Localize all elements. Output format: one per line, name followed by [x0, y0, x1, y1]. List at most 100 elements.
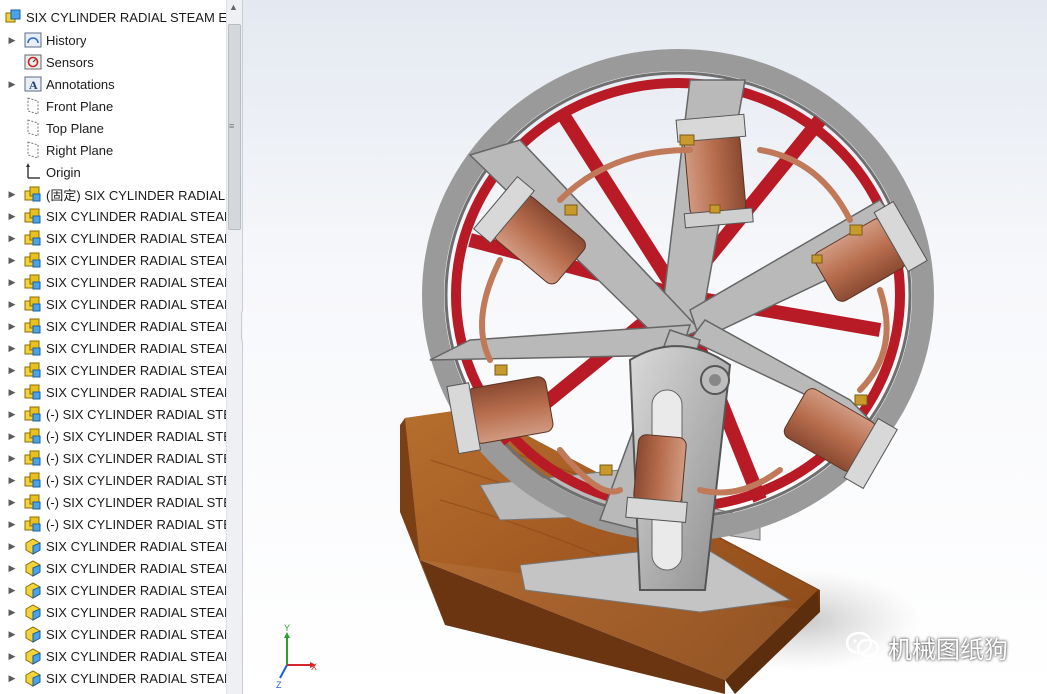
annotations-icon: A [24, 75, 42, 93]
tree-item[interactable]: ▶ A Annotations [0, 73, 226, 95]
expand-arrow-icon[interactable]: ▶ [6, 585, 18, 596]
part-icon [24, 559, 42, 577]
tree-item-label: (-) SIX CYLINDER RADIAL STEA [46, 428, 226, 444]
scroll-up-icon[interactable]: ▲ [229, 2, 238, 12]
expand-arrow-icon[interactable]: ▶ [6, 541, 18, 552]
part-icon [24, 669, 42, 687]
expand-arrow-icon[interactable]: ▶ [6, 343, 18, 354]
tree-item[interactable]: ▶ History [0, 29, 226, 51]
tree-item[interactable]: Origin [0, 161, 226, 183]
tree-item[interactable]: ▶ (-) SIX CYLINDER RADIAL STEA [0, 491, 226, 513]
expand-arrow-icon[interactable]: ▶ [6, 211, 18, 222]
tree-item-label: History [46, 32, 87, 48]
expand-arrow-icon[interactable]: ▶ [6, 79, 18, 90]
grip-icon: ≡ [229, 121, 235, 131]
part-icon [24, 647, 42, 665]
expand-arrow-icon[interactable]: ▶ [6, 563, 18, 574]
expand-arrow-icon[interactable]: ▶ [6, 387, 18, 398]
tree-item[interactable]: ▶ SIX CYLINDER RADIAL STEAM [0, 249, 226, 271]
watermark: 机械图纸狗 [845, 630, 1008, 665]
expand-arrow-icon[interactable]: ▶ [6, 277, 18, 288]
tree-item-label: Right Plane [46, 142, 114, 158]
feature-manager-tree: SIX CYLINDER RADIAL STEAM ENG ▶ History Se… [0, 0, 243, 694]
assembly-icon [24, 361, 42, 379]
tree-item[interactable]: ▶ SIX CYLINDER RADIAL STEAM [0, 315, 226, 337]
tree-item-label: SIX CYLINDER RADIAL STEAM [46, 560, 226, 576]
tree-item-label: SIX CYLINDER RADIAL STEAM [46, 648, 226, 664]
graphics-viewport[interactable]: Y X Z 机械图纸狗 [243, 0, 1047, 694]
expand-arrow-icon[interactable]: ▶ [6, 475, 18, 486]
tree-item[interactable]: ▶ (-) SIX CYLINDER RADIAL STEA [0, 425, 226, 447]
tree-item[interactable]: Top Plane [0, 117, 226, 139]
tree-item[interactable]: ▶ SIX CYLINDER RADIAL STEAM [0, 667, 226, 689]
expand-arrow-icon[interactable]: ▶ [6, 299, 18, 310]
history-icon [24, 31, 42, 49]
assembly-icon [24, 317, 42, 335]
assembly-icon [24, 339, 42, 357]
tree-item[interactable]: ▶ SIX CYLINDER RADIAL STEAM [0, 381, 226, 403]
expand-arrow-icon[interactable]: ▶ [6, 431, 18, 442]
svg-text:A: A [29, 78, 38, 92]
expand-arrow-icon[interactable]: ▶ [6, 651, 18, 662]
tree-item[interactable]: ▶ (-) SIX CYLINDER RADIAL STEA [0, 513, 226, 535]
tree-item-label: SIX CYLINDER RADIAL STEAM [46, 538, 226, 554]
tree-item-label: Annotations [46, 76, 115, 92]
expand-arrow-icon[interactable]: ▶ [6, 365, 18, 376]
expand-arrow-icon[interactable]: ▶ [6, 607, 18, 618]
expand-arrow-icon[interactable]: ▶ [6, 233, 18, 244]
tree-item[interactable]: ▶ SIX CYLINDER RADIAL STEAM [0, 557, 226, 579]
tree-item[interactable]: ▶ SIX CYLINDER RADIAL STEAM [0, 205, 226, 227]
tree-item[interactable]: ▶ SIX CYLINDER RADIAL STEAM [0, 271, 226, 293]
tree-item[interactable]: Sensors [0, 51, 226, 73]
tree-item[interactable]: ▶ (-) SIX CYLINDER RADIAL STEA [0, 447, 226, 469]
assembly-icon [24, 229, 42, 247]
part-icon [24, 625, 42, 643]
tree-item[interactable]: ▶ SIX CYLINDER RADIAL STEAM [0, 645, 226, 667]
tree-item[interactable]: ▶ SIX CYLINDER RADIAL STEAM [0, 337, 226, 359]
tree-item-label: SIX CYLINDER RADIAL STEAM [46, 252, 226, 268]
tree-item-label: SIX CYLINDER RADIAL STEAM [46, 670, 226, 686]
tree-item[interactable]: ▶ SIX CYLINDER RADIAL STEAM [0, 359, 226, 381]
tree-item-label: (-) SIX CYLINDER RADIAL STEA [46, 406, 226, 422]
expand-arrow-icon[interactable]: ▶ [6, 35, 18, 46]
assembly-icon [24, 427, 42, 445]
triad-x-label: X [311, 662, 317, 672]
assembly-icon [24, 207, 42, 225]
expand-arrow-icon[interactable]: ▶ [6, 453, 18, 464]
tree-item[interactable]: ▶ (固定) SIX CYLINDER RADIAL S [0, 183, 226, 205]
assembly-icon [24, 515, 42, 533]
plane-icon [24, 141, 42, 159]
expand-arrow-icon[interactable]: ▶ [6, 255, 18, 266]
tree-item-label: (-) SIX CYLINDER RADIAL STEA [46, 494, 226, 510]
expand-arrow-icon[interactable]: ▶ [6, 409, 18, 420]
tree-item-label: Front Plane [46, 98, 114, 114]
tree-item[interactable]: ▶ (-) SIX CYLINDER RADIAL STEA [0, 469, 226, 491]
expand-arrow-icon[interactable]: ▶ [6, 673, 18, 684]
expand-arrow-icon[interactable]: ▶ [6, 629, 18, 640]
tree-item-label: Top Plane [46, 120, 104, 136]
expand-arrow-icon[interactable]: ▶ [6, 321, 18, 332]
tree-item[interactable]: ▶ SIX CYLINDER RADIAL STEAM [0, 535, 226, 557]
tree-item-label: SIX CYLINDER RADIAL STEAM [46, 604, 226, 620]
tree-item[interactable]: ▶ SIX CYLINDER RADIAL STEAM [0, 227, 226, 249]
tree-item-label: Origin [46, 164, 81, 180]
tree-root[interactable]: SIX CYLINDER RADIAL STEAM ENG [0, 6, 226, 28]
tree-item-label: (-) SIX CYLINDER RADIAL STEA [46, 450, 226, 466]
sensors-icon [24, 53, 42, 71]
tree-item[interactable]: ▶ SIX CYLINDER RADIAL STEAM [0, 623, 226, 645]
tree-item[interactable]: ▶ (-) SIX CYLINDER RADIAL STEA [0, 403, 226, 425]
part-icon [24, 581, 42, 599]
tree-item[interactable]: ▶ SIX CYLINDER RADIAL STEAM [0, 601, 226, 623]
tree-item[interactable]: Front Plane [0, 95, 226, 117]
tree-item-label: SIX CYLINDER RADIAL STEAM [46, 340, 226, 356]
expand-arrow-icon[interactable]: ▶ [6, 497, 18, 508]
tree-item[interactable]: ▶ SIX CYLINDER RADIAL STEAM [0, 579, 226, 601]
assembly-icon [24, 273, 42, 291]
expand-arrow-icon[interactable]: ▶ [6, 189, 18, 200]
part-icon [24, 603, 42, 621]
expand-arrow-icon[interactable]: ▶ [6, 519, 18, 530]
tree-item[interactable]: Right Plane [0, 139, 226, 161]
tree-item[interactable]: ▶ SIX CYLINDER RADIAL STEAM [0, 293, 226, 315]
assembly-icon [24, 405, 42, 423]
plane-icon [24, 119, 42, 137]
